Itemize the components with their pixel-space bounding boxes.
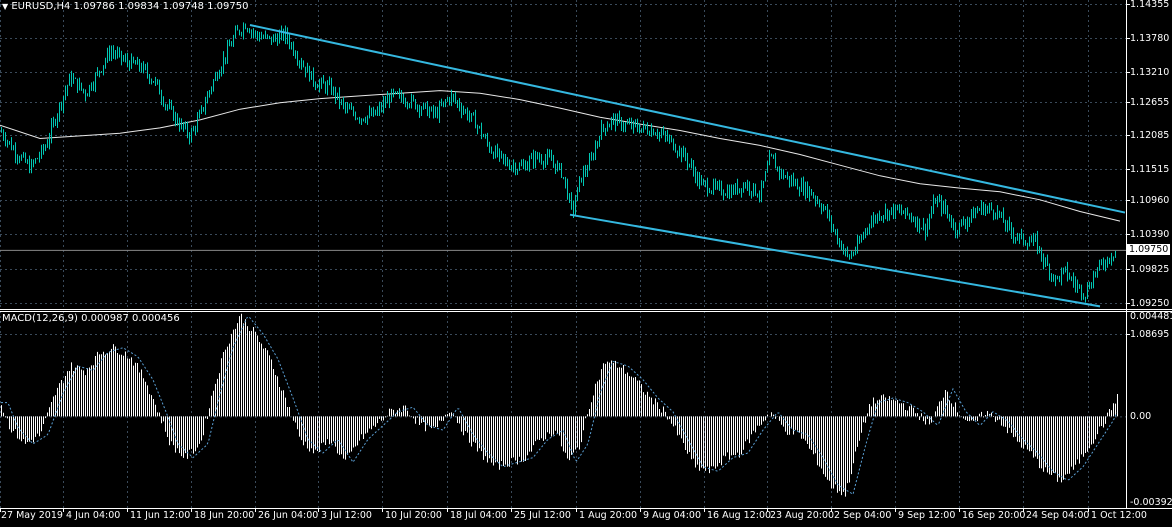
- x-tick-label: 4 Jun 04:00: [66, 510, 121, 521]
- y-tick-label: 1.09825: [1130, 264, 1170, 275]
- x-tick-label: 2 Sep 04:00: [834, 510, 892, 521]
- x-tick-label: 27 May 2019: [1, 510, 63, 521]
- symbol-header: ▼ EURUSD,H4 1.09786 1.09834 1.09748 1.09…: [2, 1, 248, 12]
- x-tick-label: 23 Aug 20:00: [770, 510, 835, 521]
- y-tick-label: 1.13780: [1130, 33, 1170, 44]
- y-tick-label: 1.10960: [1130, 195, 1170, 206]
- x-tick-label: 16 Aug 12:00: [707, 510, 772, 521]
- x-tick-label: 25 Jul 12:00: [514, 510, 571, 521]
- dropdown-arrow-icon[interactable]: ▼: [2, 2, 8, 11]
- y-tick-label: 1.09250: [1130, 298, 1170, 309]
- x-tick-label: 16 Sep 20:00: [962, 510, 1026, 521]
- x-tick-label: 18 Jun 20:00: [194, 510, 255, 521]
- x-tick-label: 11 Jun 12:00: [130, 510, 191, 521]
- symbol-ohlc-text: EURUSD,H4 1.09786 1.09834 1.09748 1.0975…: [11, 1, 249, 12]
- y-tick-label: 1.12085: [1130, 130, 1170, 141]
- y-tick-label: 1.13210: [1130, 67, 1170, 78]
- x-tick-label: 3 Jul 12:00: [321, 510, 372, 521]
- x-tick-label: 9 Sep 12:00: [898, 510, 956, 521]
- macd-y-tick-label: -0.003925: [1130, 497, 1172, 508]
- x-tick-label: 18 Jul 04:00: [450, 510, 507, 521]
- x-tick-label: 9 Aug 04:00: [643, 510, 702, 521]
- y-tick-label: 1.14355: [1130, 0, 1170, 10]
- macd-y-tick-label: 0.00: [1130, 411, 1152, 423]
- x-tick-label: 1 Oct 12:00: [1091, 510, 1147, 521]
- x-tick-label: 10 Jul 20:00: [385, 510, 442, 521]
- y-tick-label: 1.08695: [1130, 329, 1170, 340]
- current-price-tag: 1.09750: [1127, 244, 1171, 256]
- macd-indicator-text: MACD(12,26,9) 0.000987 0.000456: [2, 313, 180, 324]
- y-tick-label: 1.11515: [1130, 164, 1170, 175]
- macd-y-tick-label: 0.004481: [1130, 311, 1172, 322]
- x-tick-label: 1 Aug 20:00: [579, 510, 638, 521]
- x-tick-label: 24 Sep 04:00: [1026, 510, 1090, 521]
- x-tick-label: 26 Jun 04:00: [258, 510, 319, 521]
- y-tick-label: 1.12655: [1130, 97, 1170, 108]
- y-tick-label: 1.10390: [1130, 229, 1170, 240]
- macd-header: MACD(12,26,9) 0.000987 0.000456: [2, 313, 180, 324]
- chart-canvas[interactable]: [0, 0, 1172, 527]
